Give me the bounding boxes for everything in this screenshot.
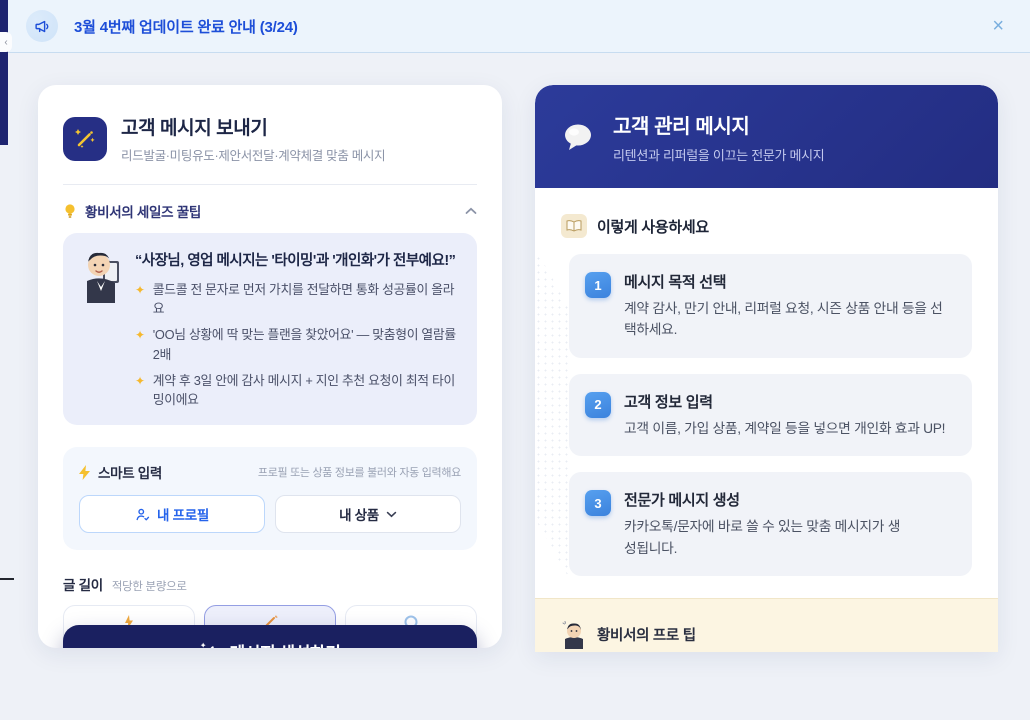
pro-tip-header: 황비서의 프로 팁 bbox=[561, 621, 972, 649]
tips-quote: “사장님, 영업 메시지는 '타이밍'과 '개인화'가 전부예요!” bbox=[135, 249, 461, 270]
step-content: 전문가 메시지 생성 카카오톡/문자에 바로 쓸 수 있는 맞춤 메시지가 생성… bbox=[624, 489, 904, 559]
step-number-badge: 1 bbox=[585, 272, 611, 298]
chevron-down-icon bbox=[386, 511, 397, 518]
manage-message-card: 고객 관리 메시지 리텐션과 리퍼럴을 이끄는 전문가 메시지 이렇게 사용하세… bbox=[535, 85, 998, 652]
manage-title-block: 고객 관리 메시지 리텐션과 리퍼럴을 이끄는 전문가 메시지 bbox=[613, 110, 824, 164]
length-label: 글 길이 bbox=[63, 574, 103, 594]
howto-title: 이렇게 사용하세요 bbox=[597, 216, 709, 237]
smart-input-hint: 프로필 또는 상품 정보를 불러와 자동 입력해요 bbox=[258, 464, 461, 480]
sales-tips-box: “사장님, 영업 메시지는 '타이밍'과 '개인화'가 전부예요!” ✦ 콜드콜… bbox=[63, 233, 477, 425]
tip-item: ✦ 'OO님 상황에 딱 맞는 플랜을 찾았어요' — 맞춤형이 열람률 2배 bbox=[135, 325, 461, 363]
tip-text: 'OO님 상황에 딱 맞는 플랜을 찾았어요' — 맞춤형이 열람률 2배 bbox=[153, 325, 461, 363]
lightning-icon bbox=[79, 465, 91, 480]
manage-header: 고객 관리 메시지 리텐션과 리퍼럴을 이끄는 전문가 메시지 bbox=[535, 85, 998, 188]
step-card-3: 3 전문가 메시지 생성 카카오톡/문자에 바로 쓸 수 있는 맞춤 메시지가 … bbox=[569, 472, 972, 576]
smart-input-header: 스마트 입력 프로필 또는 상품 정보를 불러와 자동 입력해요 bbox=[79, 462, 461, 482]
magic-wand-icon bbox=[199, 641, 219, 648]
step-content: 메시지 목적 선택 계약 감사, 만기 안내, 리퍼럴 요청, 시즌 상품 안내… bbox=[624, 271, 954, 341]
smart-input-buttons: 내 프로필 내 상품 bbox=[79, 495, 461, 533]
tip-text: 계약 후 3일 안에 감사 메시지 + 지인 추천 요청이 최적 타이밍이에요 bbox=[153, 371, 461, 409]
length-hint: 적당한 분량으로 bbox=[112, 578, 187, 594]
book-icon bbox=[561, 214, 587, 238]
sidebar-collapse-button[interactable]: ‹ bbox=[0, 32, 12, 52]
sidebar-strip bbox=[0, 0, 8, 145]
assistant-avatar bbox=[77, 247, 125, 409]
howto-header: 이렇게 사용하세요 bbox=[561, 214, 972, 238]
length-section-header: 글 길이 적당한 분량으로 bbox=[63, 574, 477, 594]
my-products-button[interactable]: 내 상품 bbox=[275, 495, 461, 533]
compose-message-card: 고객 메시지 보내기 리드발굴·미팅유도·제안서전달·계약체결 맞춤 메시지 황… bbox=[38, 85, 502, 648]
scroll-indicator bbox=[0, 578, 14, 580]
manage-body: 이렇게 사용하세요 1 메시지 목적 선택 계약 감사, 만기 안내, 리퍼럴 … bbox=[535, 188, 998, 576]
pro-tip-title: 황비서의 프로 팁 bbox=[597, 624, 696, 645]
step-number-badge: 3 bbox=[585, 490, 611, 516]
tip-item: ✦ 콜드콜 전 문자로 먼저 가치를 전달하면 통화 성공률이 올라요 bbox=[135, 280, 461, 318]
sparkle-icon: ✦ bbox=[135, 326, 145, 363]
sparkle-icon: ✦ bbox=[135, 281, 145, 318]
sales-tips-content: “사장님, 영업 메시지는 '타이밍'과 '개인화'가 전부예요!” ✦ 콜드콜… bbox=[135, 247, 461, 409]
divider bbox=[63, 184, 477, 185]
banner-text: 3월 4번째 업데이트 완료 안내 (3/24) bbox=[74, 16, 298, 37]
my-profile-button[interactable]: 내 프로필 bbox=[79, 495, 265, 533]
pro-tip-section: 황비서의 프로 팁 계약 후 3일 안에 보내는 감사 메시지가 리퍼럴율을 높… bbox=[535, 598, 998, 652]
step-desc: 고객 이름, 가입 상품, 계약일 등을 넣으면 개인화 효과 UP! bbox=[624, 418, 945, 439]
step-content: 고객 정보 입력 고객 이름, 가입 상품, 계약일 등을 넣으면 개인화 효과… bbox=[624, 391, 945, 439]
step-title: 고객 정보 입력 bbox=[624, 391, 945, 412]
close-icon[interactable]: × bbox=[988, 12, 1008, 40]
step-title: 메시지 목적 선택 bbox=[624, 271, 954, 292]
generate-message-label: 메시지 생성하기 bbox=[229, 639, 340, 648]
update-banner: 3월 4번째 업데이트 완료 안내 (3/24) × bbox=[8, 0, 1030, 53]
tip-item: ✦ 계약 후 3일 안에 감사 메시지 + 지인 추천 요청이 최적 타이밍이에… bbox=[135, 371, 461, 409]
sales-tips-title: 황비서의 세일즈 꿀팁 bbox=[85, 201, 201, 221]
magic-wand-icon bbox=[63, 117, 107, 161]
compose-header: 고객 메시지 보내기 리드발굴·미팅유도·제안서전달·계약체결 맞춤 메시지 bbox=[63, 113, 477, 164]
my-products-label: 내 상품 bbox=[339, 504, 379, 524]
assistant-avatar-small bbox=[561, 621, 587, 649]
megaphone-icon bbox=[26, 10, 58, 42]
step-number-badge: 2 bbox=[585, 392, 611, 418]
dot-pattern-decoration bbox=[535, 248, 569, 578]
page-title: 고객 메시지 보내기 bbox=[121, 113, 385, 140]
step-desc: 계약 감사, 만기 안내, 리퍼럴 요청, 시즌 상품 안내 등을 선택하세요. bbox=[624, 298, 954, 341]
step-desc: 카카오톡/문자에 바로 쓸 수 있는 맞춤 메시지가 생성됩니다. bbox=[624, 516, 904, 559]
compose-title-block: 고객 메시지 보내기 리드발굴·미팅유도·제안서전달·계약체결 맞춤 메시지 bbox=[121, 113, 385, 164]
chevron-up-icon bbox=[465, 207, 477, 215]
generate-message-button[interactable]: 메시지 생성하기 bbox=[63, 625, 477, 648]
manage-title: 고객 관리 메시지 bbox=[613, 110, 824, 139]
manage-subtitle: 리텐션과 리퍼럴을 이끄는 전문가 메시지 bbox=[613, 145, 824, 164]
sparkle-icon: ✦ bbox=[135, 372, 145, 409]
tip-text: 콜드콜 전 문자로 먼저 가치를 전달하면 통화 성공률이 올라요 bbox=[153, 280, 461, 318]
smart-input-title: 스마트 입력 bbox=[98, 462, 162, 482]
chevron-left-icon: ‹ bbox=[4, 37, 7, 48]
smart-input-section: 스마트 입력 프로필 또는 상품 정보를 불러와 자동 입력해요 내 프로필 내… bbox=[63, 447, 477, 550]
sales-tips-toggle[interactable]: 황비서의 세일즈 꿀팁 bbox=[63, 201, 477, 221]
my-profile-label: 내 프로필 bbox=[157, 504, 209, 524]
page-subtitle: 리드발굴·미팅유도·제안서전달·계약체결 맞춤 메시지 bbox=[121, 145, 385, 164]
lightbulb-icon bbox=[63, 203, 77, 219]
step-title: 전문가 메시지 생성 bbox=[624, 489, 904, 510]
person-check-icon bbox=[135, 507, 150, 522]
step-card-1: 1 메시지 목적 선택 계약 감사, 만기 안내, 리퍼럴 요청, 시즌 상품 … bbox=[569, 254, 972, 358]
speech-bubble-icon bbox=[561, 121, 595, 153]
step-card-2: 2 고객 정보 입력 고객 이름, 가입 상품, 계약일 등을 넣으면 개인화 … bbox=[569, 374, 972, 456]
